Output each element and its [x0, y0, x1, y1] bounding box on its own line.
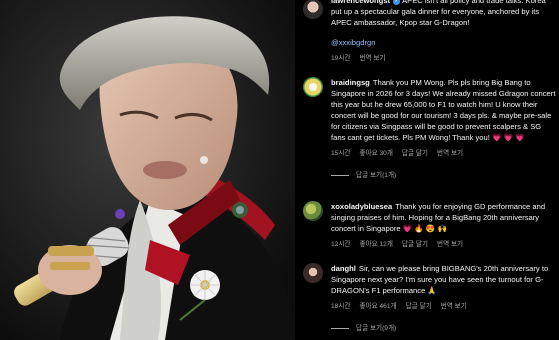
comment-username[interactable]: xoxoladybluesea [331, 202, 392, 211]
reaction-emojis: 💗 🔥 😍 🙌 [402, 224, 447, 233]
comment-body: danghl Sir, can we please bring BIGBANG's… [331, 263, 557, 296]
comment-item: braidingsg Thank you PM Wong. Pls pls bri… [295, 77, 559, 181]
view-replies-button[interactable]: 답글 보기(1개) [331, 170, 557, 181]
divider [331, 175, 349, 176]
comment-text: Sir, can we please bring BIGBANG's 20th … [331, 264, 549, 295]
like-count[interactable]: 좋아요 30개 [359, 150, 392, 157]
comment-time: 15시간 [331, 150, 351, 157]
reply-link[interactable]: 답글 달기 [406, 303, 432, 310]
comment-time: 18시간 [331, 303, 351, 310]
heart-emojis: 💗 💗 💗 [491, 133, 525, 142]
like-count[interactable]: 좋아요 461개 [359, 303, 396, 310]
comment-meta: 18시간 좋아요 461개 답글 달기 번역 보기 [331, 301, 557, 312]
comment-username[interactable]: lawrencewongst [331, 0, 390, 5]
comment-body: xoxoladybluesea Thank you for enjoying GD… [331, 201, 557, 234]
comment-username[interactable]: braidingsg [331, 78, 370, 87]
avatar[interactable] [303, 77, 323, 97]
post-video[interactable] [0, 0, 295, 340]
pray-emoji: 🙏 [427, 286, 437, 295]
view-replies-label: 답글 보기(9개) [356, 325, 397, 332]
translate-link[interactable]: 번역 보기 [437, 241, 463, 248]
comment-meta: 19시간 번역 보기 [331, 53, 557, 64]
reply-link[interactable]: 답글 달기 [402, 241, 428, 248]
translate-link[interactable]: 번역 보기 [437, 150, 463, 157]
translate-link[interactable]: 번역 보기 [441, 303, 467, 310]
comment-item: xoxoladybluesea Thank you for enjoying GD… [295, 201, 559, 250]
view-replies-label: 답글 보기(1개) [356, 172, 397, 179]
comment-username[interactable]: danghl [331, 264, 356, 273]
comments-panel[interactable]: lawrencewongst ✓ APEC isn't all policy and… [295, 0, 559, 340]
like-count[interactable]: 좋아요 12개 [359, 241, 392, 248]
comment-time: 19시간 [331, 55, 351, 62]
mention-link[interactable]: @xxxibgdrgn [331, 37, 557, 48]
verified-icon: ✓ [393, 0, 401, 5]
comment-meta: 15시간 좋아요 30개 답글 달기 번역 보기 [331, 148, 557, 159]
comment-body: braidingsg Thank you PM Wong. Pls pls bri… [331, 77, 557, 143]
comment-item: lawrencewongst ✓ APEC isn't all policy and… [295, 0, 559, 64]
comment-body: lawrencewongst ✓ APEC isn't all policy and… [331, 0, 557, 48]
reply-link[interactable]: 답글 달기 [402, 150, 428, 157]
view-replies-button[interactable]: 답글 보기(9개) [331, 323, 557, 334]
avatar[interactable] [303, 263, 323, 283]
avatar[interactable] [303, 0, 323, 19]
comment-meta: 12시간 좋아요 12개 답글 달기 번역 보기 [331, 239, 557, 250]
avatar[interactable] [303, 201, 323, 221]
divider [331, 328, 349, 329]
comment-item: danghl Sir, can we please bring BIGBANG's… [295, 263, 559, 334]
performer-image [0, 0, 295, 340]
translate-link[interactable]: 번역 보기 [359, 55, 385, 62]
comment-time: 12시간 [331, 241, 351, 248]
